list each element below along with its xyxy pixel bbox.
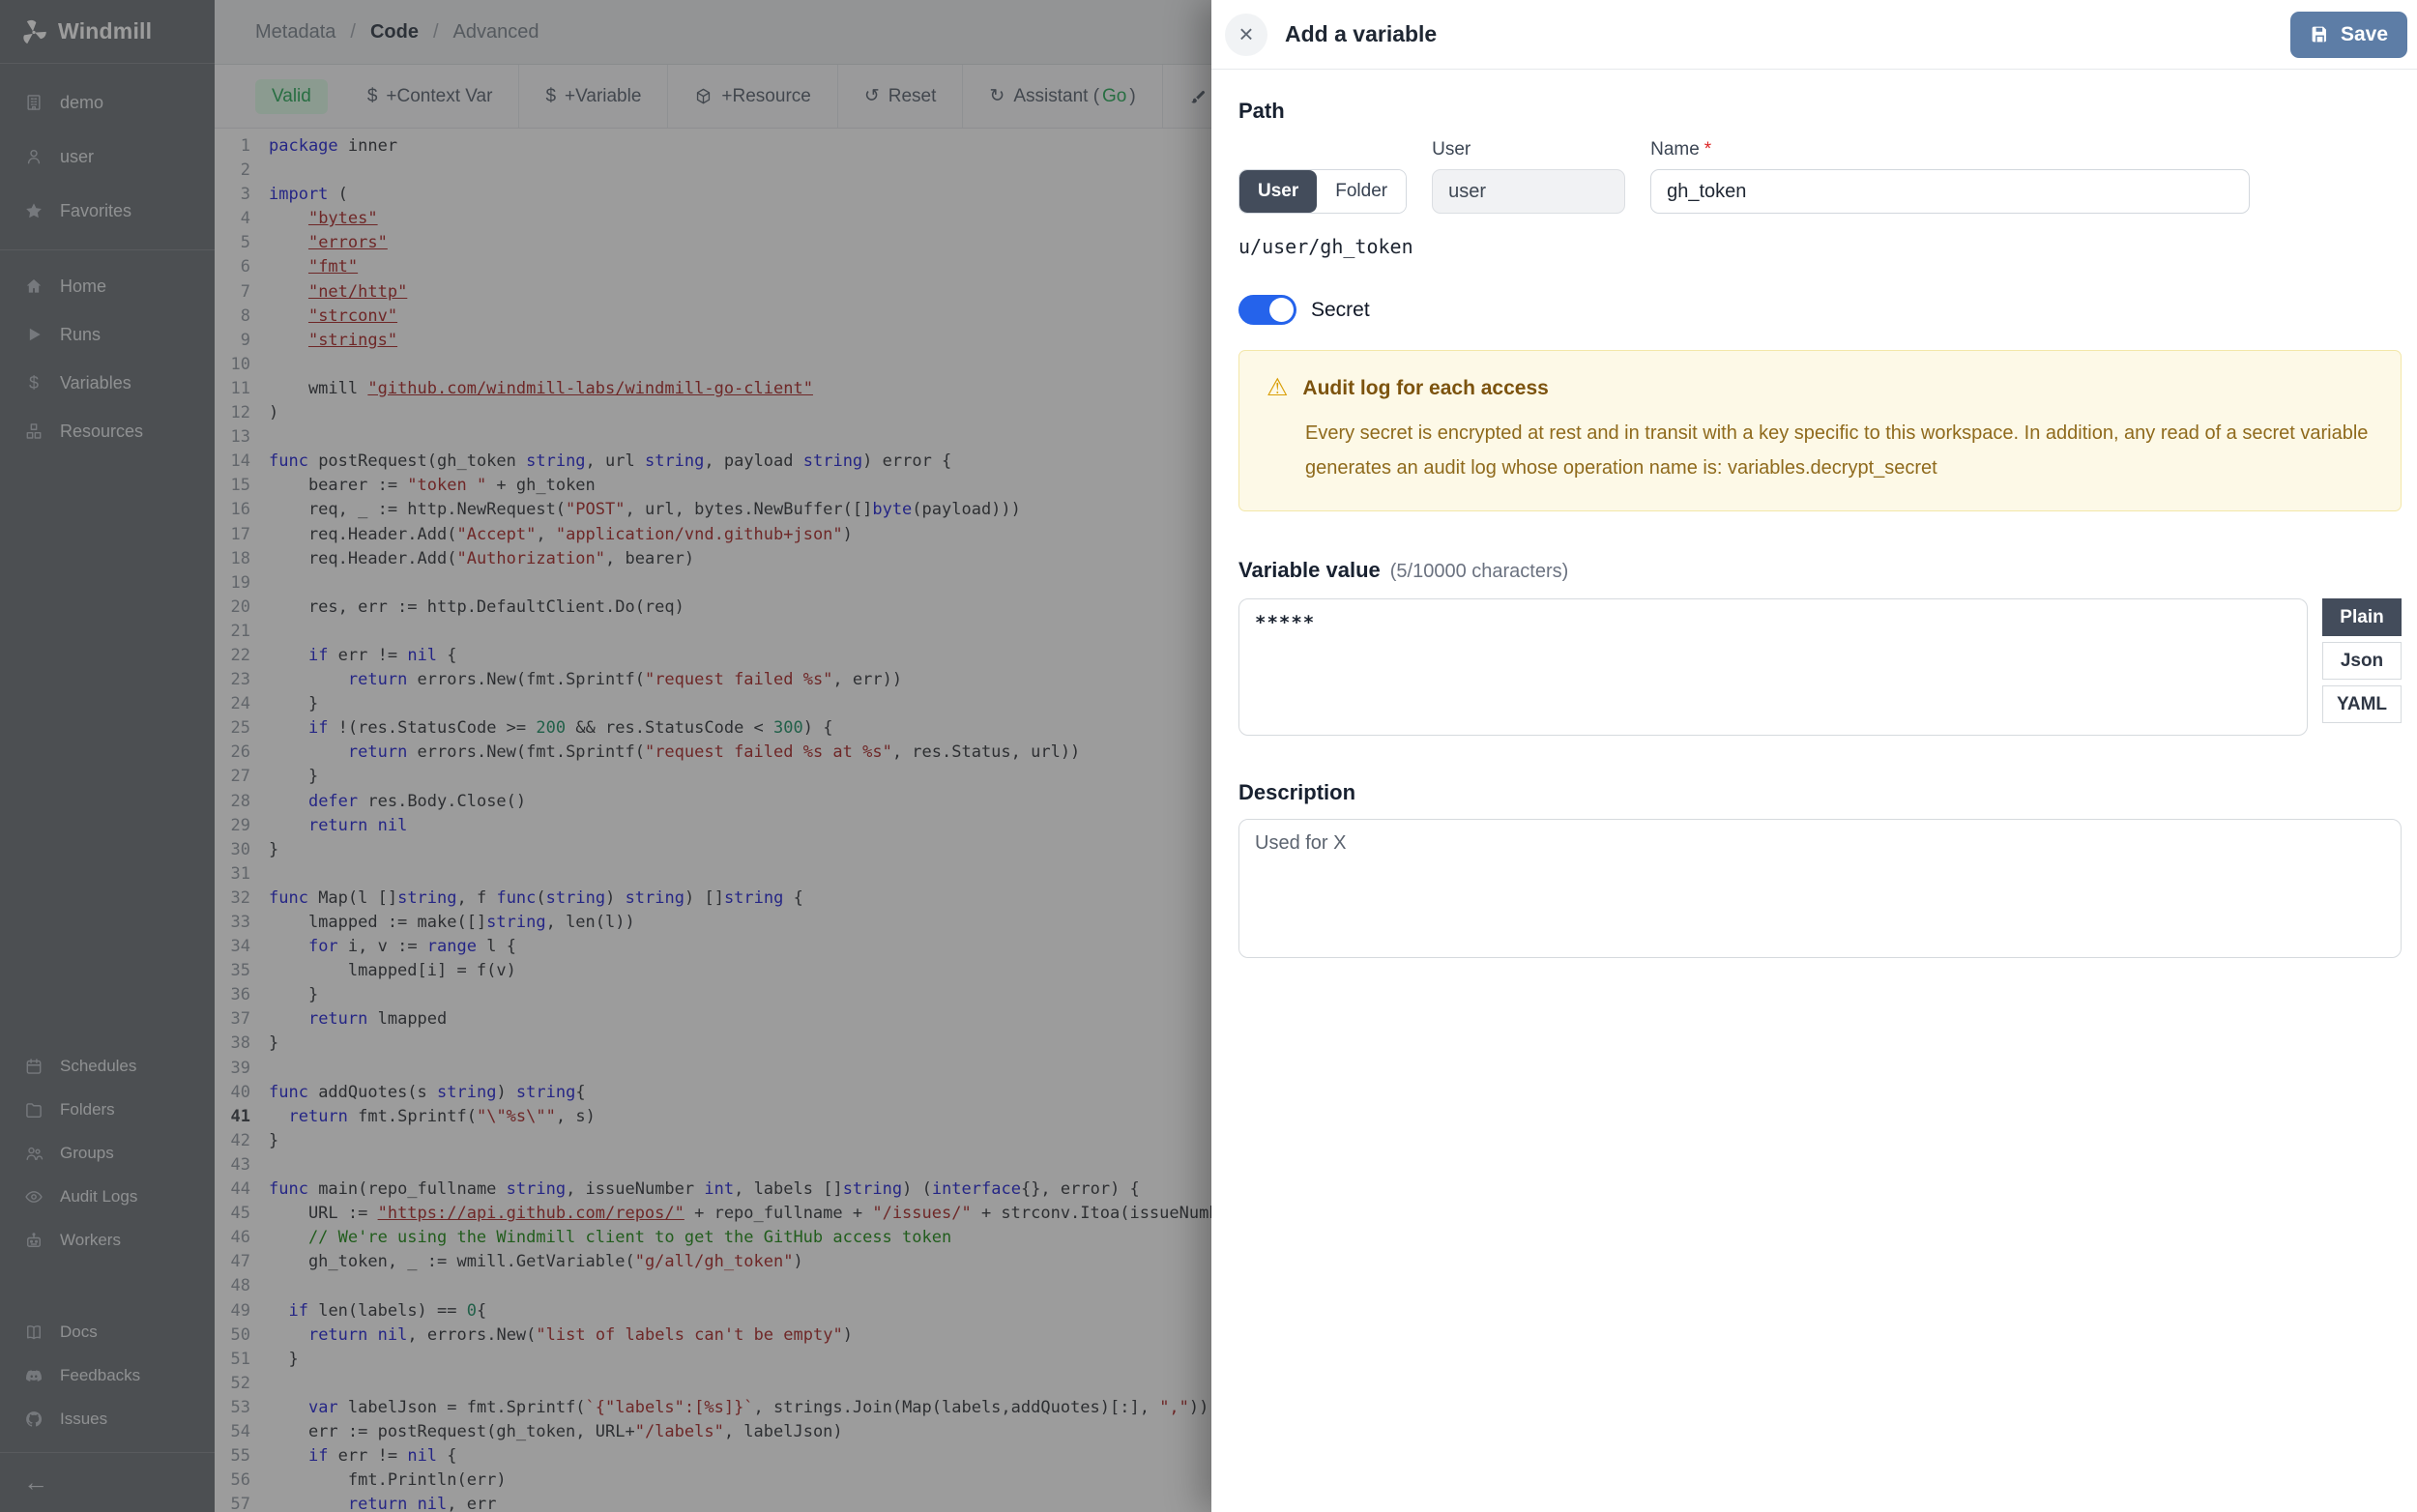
variable-value-heading-row: Variable value (5/10000 characters)	[1238, 558, 2402, 583]
required-asterisk: *	[1704, 139, 1711, 160]
character-counter: (5/10000 characters)	[1390, 561, 1569, 583]
description-field[interactable]: Used for X	[1238, 819, 2402, 958]
variable-value-row: ***** Plain Json YAML	[1238, 598, 2402, 736]
close-button[interactable]: ×	[1225, 14, 1267, 56]
path-fields: User Folder User Name*	[1238, 139, 2402, 214]
owner-kind-toggle: User Folder	[1238, 169, 1407, 214]
save-button[interactable]: Save	[2290, 12, 2407, 58]
value-format-tabs: Plain Json YAML	[2322, 598, 2402, 729]
path-heading: Path	[1238, 99, 2402, 124]
value-format-tab-plain[interactable]: Plain	[2322, 598, 2402, 636]
variable-value-heading: Variable value	[1238, 558, 1381, 583]
user-field[interactable]	[1432, 169, 1625, 214]
secret-toggle[interactable]	[1238, 295, 1296, 325]
secret-row: Secret	[1238, 295, 2402, 325]
owner-kind-folder[interactable]: Folder	[1317, 170, 1406, 213]
warning-title: Audit log for each access	[1302, 377, 1548, 400]
variable-value-editor[interactable]: *****	[1238, 598, 2308, 736]
toggle-knob	[1269, 298, 1294, 322]
drawer-header: × Add a variable Save	[1211, 0, 2417, 70]
warning-body: Every secret is encrypted at rest and in…	[1267, 416, 2373, 485]
secret-label: Secret	[1311, 299, 1370, 322]
save-icon	[2310, 24, 2330, 44]
name-field[interactable]	[1650, 169, 2250, 214]
add-variable-drawer: × Add a variable Save Path User Folder U…	[1211, 0, 2417, 1512]
full-path-preview: u/user/gh_token	[1238, 235, 2402, 258]
warning-icon: ⚠	[1267, 376, 1288, 400]
audit-warning-box: ⚠ Audit log for each access Every secret…	[1238, 350, 2402, 511]
owner-kind-user[interactable]: User	[1239, 170, 1317, 213]
drawer-body: Path User Folder User Name* u/user/gh_to…	[1211, 70, 2417, 1512]
close-icon: ×	[1238, 19, 1253, 49]
value-format-tab-yaml[interactable]: YAML	[2322, 685, 2402, 723]
value-format-tab-json[interactable]: Json	[2322, 642, 2402, 680]
user-field-label: User	[1432, 139, 1625, 160]
name-field-label: Name*	[1650, 139, 2250, 160]
description-heading: Description	[1238, 780, 2402, 805]
drawer-title: Add a variable	[1285, 21, 2290, 47]
